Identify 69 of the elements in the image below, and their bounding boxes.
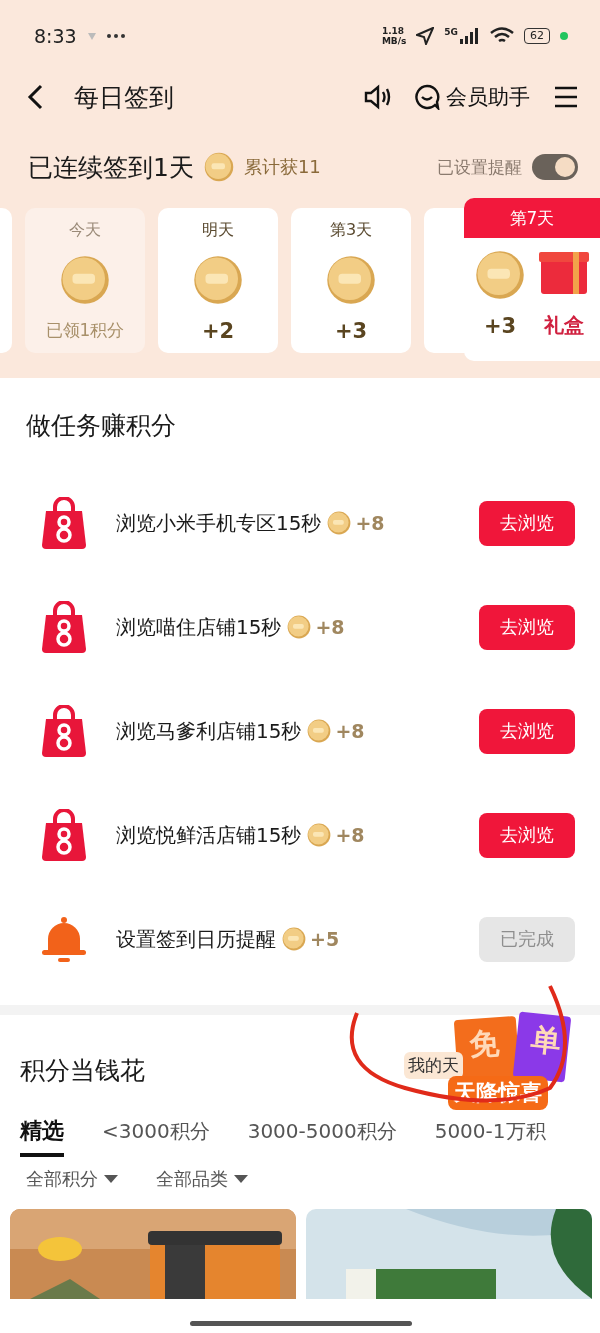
category-tab[interactable]: 3000-5000积分 (247, 1109, 397, 1157)
day-reward: +2 (201, 319, 235, 343)
caret-icon (234, 1175, 248, 1183)
member-assistant-button[interactable]: 会员助手 (414, 83, 530, 111)
coin-icon (307, 823, 332, 847)
coin-icon (287, 615, 312, 639)
reminder-toggle[interactable] (532, 154, 578, 180)
coin-icon (193, 255, 243, 305)
day-reward: 已领1积分 (45, 319, 125, 342)
day-label: 明天 (202, 220, 234, 241)
shopping-bag-icon (40, 601, 88, 653)
total-points: 累计获11 (243, 155, 321, 179)
task-text: 浏览小米手机专区15秒 (116, 509, 322, 537)
speaker-button[interactable] (364, 84, 392, 110)
coin-icon (60, 255, 110, 305)
task-points: +8 (315, 616, 345, 638)
coin-icon (326, 255, 376, 305)
task-text: 浏览悦鲜活店铺15秒 (116, 821, 302, 849)
coin-icon (475, 249, 525, 300)
status-dot (560, 32, 568, 40)
promo-text: 我的天 (404, 1052, 463, 1079)
category-tab[interactable]: <3000积分 (102, 1109, 210, 1157)
task-points: +8 (335, 720, 365, 742)
task-text: 设置签到日历提醒 (116, 925, 276, 953)
day-reward: +3 (483, 313, 517, 338)
app-notification-icon (86, 31, 97, 41)
streak-text: 已连续签到1天 (28, 151, 194, 184)
task-button[interactable]: 去浏览 (479, 604, 575, 650)
task-button[interactable]: 去浏览 (479, 708, 575, 754)
day-reward: +3 (334, 319, 368, 343)
filter-dropdown[interactable]: 全部积分 (26, 1167, 118, 1191)
page-title: 每日签到 (74, 81, 175, 114)
more-icon (106, 34, 125, 38)
task-button[interactable]: 去浏览 (479, 500, 575, 546)
reminder-label: 已设置提醒 (437, 155, 522, 179)
task-button[interactable]: 去浏览 (479, 812, 575, 858)
status-time: 8:33 (34, 25, 77, 47)
wifi-icon (490, 27, 514, 45)
task-points: +5 (310, 928, 340, 950)
category-tab[interactable]: 5000-1万积 (434, 1109, 546, 1157)
shopping-bag-icon (40, 497, 88, 549)
network-speed: 1.18 MB/s (381, 26, 407, 46)
coin-icon (203, 152, 234, 182)
shopping-bag-icon (40, 705, 88, 757)
coin-icon (282, 927, 306, 951)
final-day-label: 第7天 (464, 198, 600, 238)
day-label: 今天 (69, 220, 101, 241)
back-button[interactable] (26, 84, 44, 110)
coin-icon (327, 511, 352, 535)
coin-icon (307, 719, 332, 743)
task-points: +8 (335, 824, 365, 846)
task-text: 浏览喵住店铺15秒 (116, 613, 282, 641)
category-tab[interactable]: 精选 (20, 1109, 64, 1157)
location-icon (416, 27, 435, 45)
menu-button[interactable] (554, 86, 578, 108)
shopping-bag-icon (40, 809, 88, 861)
day-label: 第3天 (329, 220, 373, 241)
network-type: 5G (444, 27, 458, 37)
caret-icon (104, 1175, 118, 1183)
bell-icon (40, 915, 88, 963)
section-title: 积分当钱花 (19, 1055, 145, 1087)
gift-label: 礼盒 (544, 312, 584, 339)
task-text: 浏览马爹利店铺15秒 (116, 717, 302, 745)
chat-icon (414, 84, 440, 110)
signal-icon (460, 28, 480, 44)
filter-dropdown[interactable]: 全部品类 (156, 1167, 248, 1191)
task-points: +8 (355, 512, 385, 534)
battery-level: 62 (524, 28, 550, 44)
section-title: 做任务赚积分 (25, 410, 177, 442)
